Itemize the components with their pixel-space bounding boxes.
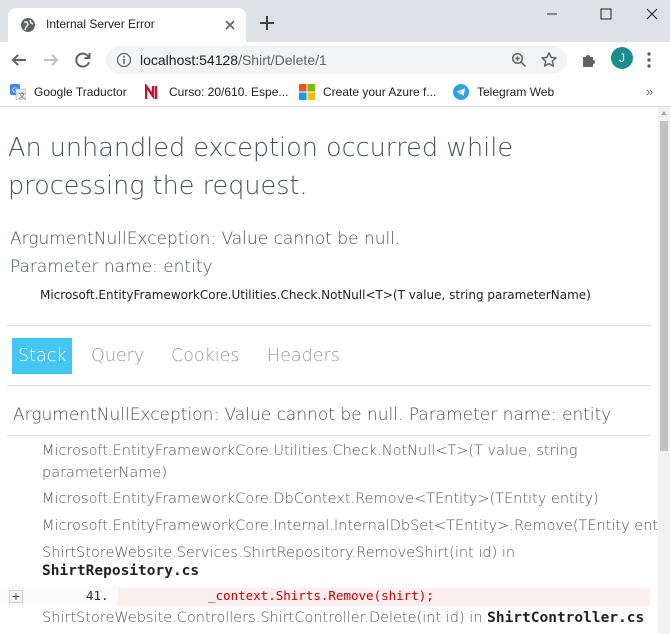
source-code-line: + 41. _context.Shirts.Remove(shirt); [0,586,650,606]
globe-icon [21,18,35,32]
microsoft-logo-icon [299,84,315,100]
stack-frame-file: ShirtRepository.cs [42,563,200,579]
scrollbar-thumb[interactable] [660,121,668,451]
line-number: 41. [86,588,109,603]
bookmark-label: Telegram Web [477,85,555,99]
divider [7,385,651,386]
divider [7,325,651,326]
stack-frame: Microsoft.EntityFrameworkCore.Utilities.… [42,443,578,481]
page-title: An unhandled exception occurred while pr… [8,133,514,201]
url-path: /Shirt/Delete/1 [238,52,327,68]
svg-text:G: G [12,87,17,95]
scroll-up-arrow-icon[interactable] [661,111,667,115]
back-arrow-icon[interactable] [10,51,28,69]
bookmark-label: Google Traductor [34,85,127,99]
maximize-icon[interactable] [596,4,616,24]
error-source-code: _context.Shirts.Remove(shirt); [118,588,650,606]
stack-frame: Microsoft.EntityFrameworkCore.Internal.I… [42,518,658,534]
address-bar[interactable]: localhost:54128/Shirt/Delete/1 [106,46,567,74]
stack-exception-title: ArgumentNullException: Value cannot be n… [13,405,612,425]
bookmark-star-icon[interactable] [540,51,558,69]
profile-avatar[interactable]: J [611,47,633,69]
close-icon[interactable] [222,17,238,33]
divider [7,435,651,436]
tab-headers[interactable]: Headers [261,338,346,374]
tab-query[interactable]: Query [85,338,150,374]
reload-icon[interactable] [74,51,92,69]
svg-text:文: 文 [19,91,26,100]
tab-stack[interactable]: Stack [12,338,73,374]
exception-type: ArgumentNullException: Value cannot be n… [10,229,401,249]
url-host: localhost:54128 [140,52,239,68]
browser-tab[interactable]: Internal Server Error [8,8,246,42]
tab-cookies[interactable]: Cookies [165,338,246,374]
close-window-icon[interactable] [642,4,662,24]
ni-logo-icon [145,84,158,100]
telegram-icon [453,84,469,100]
exception-parameter: Parameter name: entity [10,257,213,277]
bookmarks-bar: G 文 Google Traductor Curso: 20/610. Espe… [0,78,670,107]
forward-arrow-icon[interactable] [42,51,60,69]
browser-toolbar: localhost:54128/Shirt/Delete/1 J [0,42,670,78]
bookmarks-overflow-button[interactable]: » [646,84,653,99]
kebab-menu-icon[interactable] [646,51,652,69]
info-icon[interactable] [116,52,132,68]
zoom-icon[interactable] [511,52,527,68]
tab-title: Internal Server Error [46,17,155,31]
stack-frame-method: ShirtStoreWebsite.Controllers.ShirtContr… [42,610,483,626]
error-page: An unhandled exception occurred while pr… [0,107,658,634]
exception-location: Microsoft.EntityFrameworkCore.Utilities.… [40,288,591,302]
stack-frame: Microsoft.EntityFrameworkCore.DbContext.… [42,491,599,507]
url-text: localhost:54128/Shirt/Delete/1 [140,52,327,68]
google-translate-icon: G 文 [10,84,26,100]
minimize-icon[interactable] [542,4,562,24]
tab-strip: Internal Server Error [0,0,670,42]
vertical-scrollbar[interactable] [658,107,670,634]
expand-source-button[interactable]: + [9,590,23,603]
stack-frame: ShirtStoreWebsite.Services.ShirtReposito… [42,545,516,561]
stack-frame-file: ShirtController.cs [487,610,645,626]
bookmark-label: Curso: 20/610. Espe... [169,85,289,99]
new-tab-icon[interactable] [258,14,276,32]
stack-frame: ShirtStoreWebsite.Controllers.ShirtContr… [42,610,644,626]
bookmark-label: Create your Azure f... [323,85,437,99]
extensions-puzzle-icon[interactable] [580,51,598,69]
